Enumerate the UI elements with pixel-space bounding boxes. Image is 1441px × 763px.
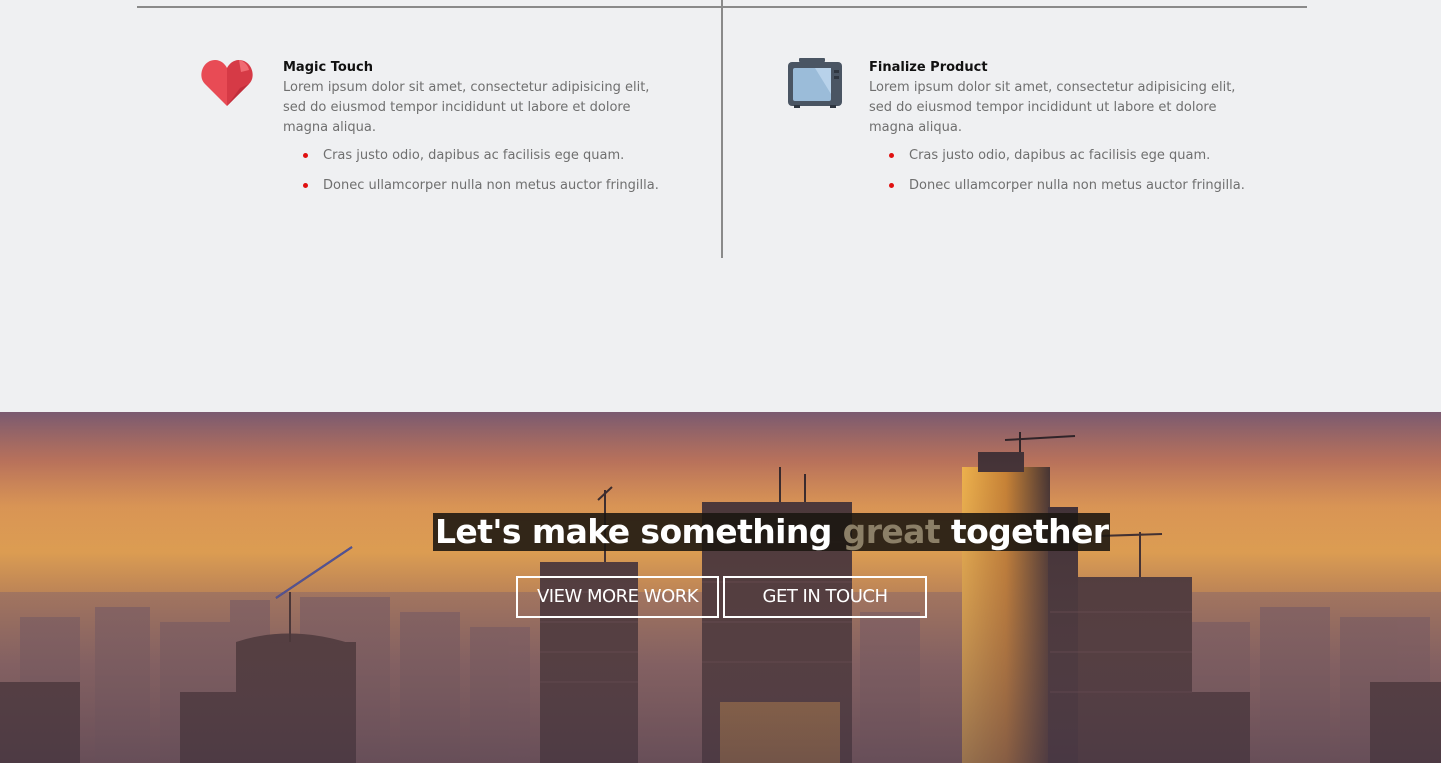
cta-headline-accent: great xyxy=(842,512,941,551)
list-item-text: Donec ullamcorper nulla non metus auctor… xyxy=(323,178,659,193)
bullet-icon xyxy=(889,153,894,158)
heart-icon xyxy=(200,58,258,108)
bullet-icon xyxy=(303,183,308,188)
cta-headline: Let's make something great together xyxy=(433,512,1111,551)
feature-title: Magic Touch xyxy=(283,60,373,75)
vertical-divider xyxy=(721,0,723,258)
city-skyline-image xyxy=(0,412,1441,763)
get-in-touch-button[interactable]: GET IN TOUCH xyxy=(723,576,927,618)
feature-title: Finalize Product xyxy=(869,60,988,75)
view-more-work-button[interactable]: VIEW MORE WORK xyxy=(516,576,719,618)
list-item: Donec ullamcorper nulla non metus auctor… xyxy=(303,176,668,196)
list-item-text: Cras justo odio, dapibus ac facilisis eg… xyxy=(323,148,625,163)
list-item-text: Cras justo odio, dapibus ac facilisis eg… xyxy=(909,148,1211,163)
feature-list: Cras justo odio, dapibus ac facilisis eg… xyxy=(283,146,668,196)
page: Magic Touch Lorem ipsum dolor sit amet, … xyxy=(0,0,1441,763)
list-item: Cras justo odio, dapibus ac facilisis eg… xyxy=(303,146,668,166)
feature-description: Lorem ipsum dolor sit amet, consectetur … xyxy=(869,80,1236,135)
feature-body: Finalize Product Lorem ipsum dolor sit a… xyxy=(869,58,1254,206)
feature-body: Magic Touch Lorem ipsum dolor sit amet, … xyxy=(283,58,668,206)
features-section: Magic Touch Lorem ipsum dolor sit amet, … xyxy=(0,0,1441,412)
list-item-text: Donec ullamcorper nulla non metus auctor… xyxy=(909,178,1245,193)
cta-headline-end: together xyxy=(940,512,1109,551)
list-item: Donec ullamcorper nulla non metus auctor… xyxy=(889,176,1254,196)
list-item: Cras justo odio, dapibus ac facilisis eg… xyxy=(889,146,1254,166)
tv-icon xyxy=(786,58,844,108)
cta-headline-start: Let's make something xyxy=(435,512,843,551)
bullet-icon xyxy=(303,153,308,158)
feature-description: Lorem ipsum dolor sit amet, consectetur … xyxy=(283,80,650,135)
cta-banner: Let's make something great together VIEW… xyxy=(0,412,1441,763)
feature-list: Cras justo odio, dapibus ac facilisis eg… xyxy=(869,146,1254,196)
bullet-icon xyxy=(889,183,894,188)
